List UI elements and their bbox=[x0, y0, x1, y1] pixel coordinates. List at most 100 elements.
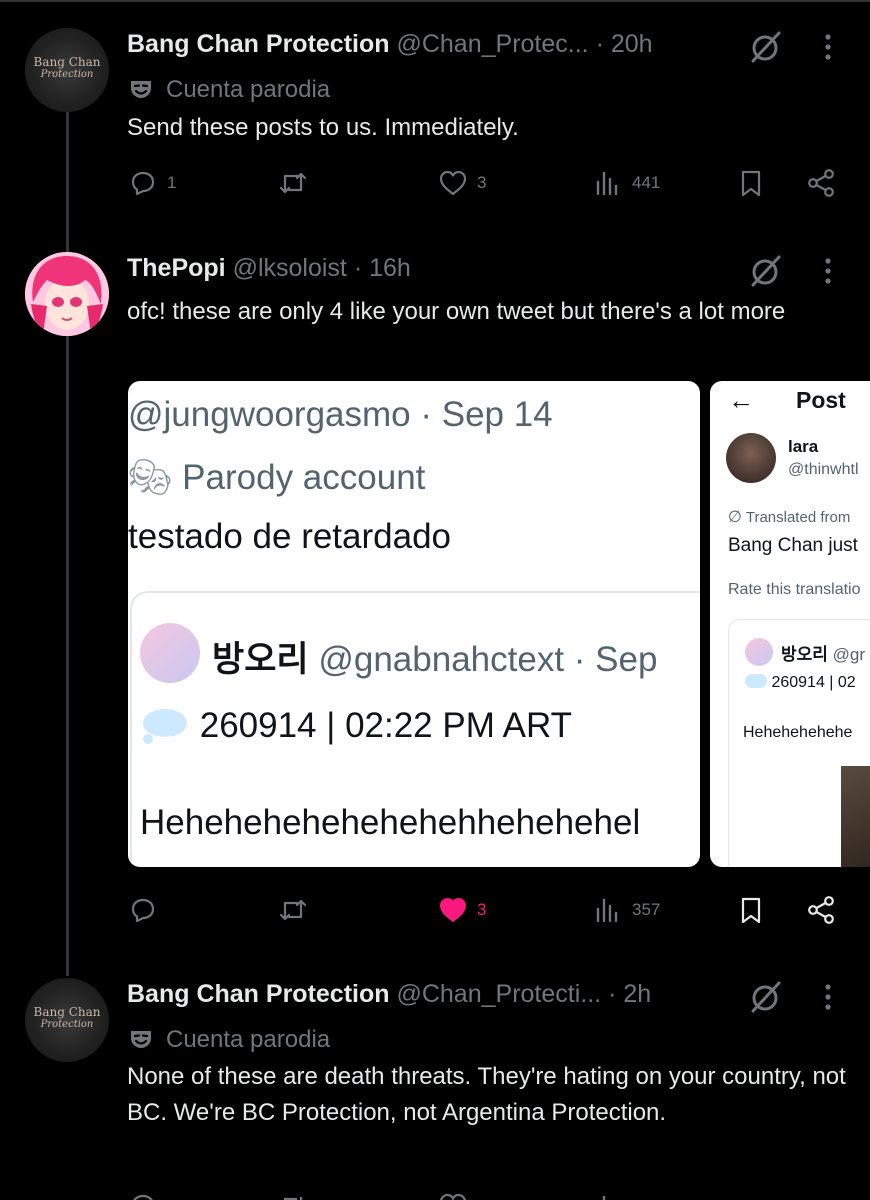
views-icon bbox=[596, 171, 618, 196]
repost-icon bbox=[279, 899, 307, 921]
like-button[interactable]: 3 bbox=[437, 165, 486, 201]
repost-icon bbox=[283, 1197, 303, 1200]
quote-avatar bbox=[140, 623, 200, 683]
grok-icon[interactable] bbox=[746, 978, 784, 1016]
views-count: 441 bbox=[632, 173, 661, 192]
views-button[interactable] bbox=[592, 1188, 624, 1200]
views-icon bbox=[596, 898, 618, 923]
handle[interactable]: @lksoloist bbox=[233, 254, 347, 282]
image-quote-card: 방오리 @gnabnahctext · Sep 260914 | 02:22 P… bbox=[130, 591, 700, 867]
handle[interactable]: @Chan_Protecti... bbox=[396, 980, 601, 1008]
bookmark-icon bbox=[741, 170, 761, 197]
tweet-text: ofc! these are only 4 like your own twee… bbox=[127, 298, 786, 325]
reply-button[interactable] bbox=[127, 892, 167, 928]
image2-quote-avatar bbox=[745, 638, 773, 666]
bookmark-button[interactable] bbox=[735, 892, 767, 928]
share-button[interactable] bbox=[805, 165, 837, 201]
image2-avatar bbox=[726, 433, 776, 483]
image2-quote-line-text: 260914 | 02 bbox=[771, 674, 856, 691]
cloud-icon bbox=[143, 709, 187, 744]
heart-icon bbox=[439, 170, 467, 196]
parody-text: Cuenta parodia bbox=[166, 76, 331, 103]
image2-photo-thumb bbox=[841, 766, 870, 867]
parody-label: Cuenta parodia bbox=[130, 76, 330, 104]
parody-text: Cuenta parodia bbox=[166, 1026, 331, 1053]
image-text: testado de retardado bbox=[128, 517, 452, 556]
tweet-text: None of these are death threats. They're… bbox=[127, 1063, 846, 1126]
views-icon bbox=[602, 1196, 606, 1200]
quote-line: 260914 | 02:22 PM ART bbox=[140, 705, 572, 746]
image2-quote-name: 방오리 bbox=[781, 645, 828, 664]
attached-image-1[interactable]: @jungwoorgasmo · Sep 14 🎭︎ Parody accoun… bbox=[128, 381, 700, 867]
image2-quote-text: Hehehehehehe bbox=[743, 724, 853, 741]
avatar[interactable]: Bang Chan Protection bbox=[25, 28, 109, 112]
image2-quote-handle: @gr bbox=[832, 645, 866, 664]
reply-button[interactable]: 1 bbox=[127, 165, 176, 201]
action-bar: 3 357 bbox=[127, 892, 847, 932]
tweet-text: Send these posts to us. Immediately. bbox=[127, 114, 519, 141]
quote-handle: @gnabnahctext · Sep bbox=[318, 640, 658, 679]
reply-icon bbox=[131, 171, 155, 196]
avatar[interactable]: Bang Chan Protection bbox=[25, 978, 109, 1062]
image2-quote-line: 260914 | 02 bbox=[745, 674, 856, 692]
thread-line bbox=[66, 336, 69, 976]
avatar-logo-text: Bang Chan bbox=[33, 55, 101, 69]
repost-button[interactable] bbox=[277, 1188, 309, 1200]
quote-text: Hehehehehehehehehhehehehel bbox=[140, 803, 641, 842]
handle[interactable]: @Chan_Protec... bbox=[396, 30, 588, 58]
bookmark-button[interactable] bbox=[735, 165, 767, 201]
thread-line bbox=[66, 112, 69, 252]
image2-translated-text: Translated from bbox=[745, 509, 851, 526]
like-button[interactable]: 3 bbox=[437, 892, 486, 928]
display-name[interactable]: Bang Chan Protection bbox=[127, 980, 390, 1008]
avatar-image bbox=[25, 252, 109, 336]
heart-icon bbox=[440, 1193, 466, 1200]
grok-icon[interactable] bbox=[746, 252, 784, 290]
views-button[interactable]: 357 bbox=[592, 892, 660, 928]
repost-button[interactable] bbox=[277, 165, 317, 201]
views-count: 357 bbox=[632, 900, 661, 919]
avatar-logo-text: Protection bbox=[40, 1019, 94, 1030]
reply-icon bbox=[131, 898, 155, 923]
avatar[interactable] bbox=[25, 252, 109, 336]
more-options-icon[interactable] bbox=[818, 982, 838, 1012]
quote-name: 방오리 bbox=[212, 640, 309, 679]
display-name[interactable]: Bang Chan Protection bbox=[127, 30, 390, 58]
heart-filled-icon bbox=[440, 898, 466, 922]
image2-user: lara bbox=[788, 437, 819, 456]
more-options-icon[interactable] bbox=[818, 32, 838, 62]
tweet-header: Bang Chan Protection @Chan_Protec... · 2… bbox=[127, 30, 653, 59]
display-name[interactable]: ThePopi bbox=[127, 254, 226, 282]
attached-image-2[interactable]: ← Post lara @thinwhtl ∅ Translated from … bbox=[710, 381, 870, 867]
share-icon bbox=[808, 169, 834, 197]
action-bar-partial bbox=[127, 1188, 847, 1200]
share-button[interactable] bbox=[805, 892, 837, 928]
cloud-icon bbox=[745, 674, 767, 688]
image2-quote-card: 방오리 @gr 260914 | 02 Hehehehehehe bbox=[728, 619, 870, 867]
bookmark-icon bbox=[741, 897, 761, 924]
repost-button[interactable] bbox=[277, 892, 317, 928]
reply-count: 1 bbox=[167, 173, 177, 192]
like-button[interactable] bbox=[437, 1188, 469, 1200]
parody-mask-icon bbox=[131, 81, 151, 98]
image2-handle: @thinwhtl bbox=[788, 461, 859, 478]
image2-rate: Rate this translatio bbox=[728, 581, 861, 598]
timestamp[interactable]: · 20h bbox=[596, 30, 653, 58]
action-bar: 1 3 441 bbox=[127, 165, 847, 205]
timestamp[interactable]: · 2h bbox=[608, 980, 651, 1008]
tweet-header: Bang Chan Protection @Chan_Protecti... ·… bbox=[127, 980, 651, 1009]
quote-line-text: 260914 | 02:22 PM ART bbox=[199, 706, 573, 745]
grok-icon[interactable] bbox=[746, 28, 784, 66]
parody-label: Cuenta parodia bbox=[130, 1026, 330, 1054]
reply-button[interactable] bbox=[127, 1188, 159, 1200]
views-button[interactable]: 441 bbox=[592, 165, 660, 201]
timestamp[interactable]: · 16h bbox=[354, 254, 411, 282]
share-icon bbox=[808, 896, 834, 924]
image2-text: Bang Chan just bbox=[728, 535, 858, 556]
image2-title: Post bbox=[796, 387, 846, 413]
image-handle-date: @jungwoorgasmo · Sep 14 bbox=[128, 395, 553, 434]
like-count: 3 bbox=[477, 900, 487, 919]
avatar-logo-text: Bang Chan bbox=[33, 1005, 101, 1019]
more-options-icon[interactable] bbox=[818, 256, 838, 286]
image-parody-row: 🎭︎ Parody account bbox=[128, 458, 426, 497]
